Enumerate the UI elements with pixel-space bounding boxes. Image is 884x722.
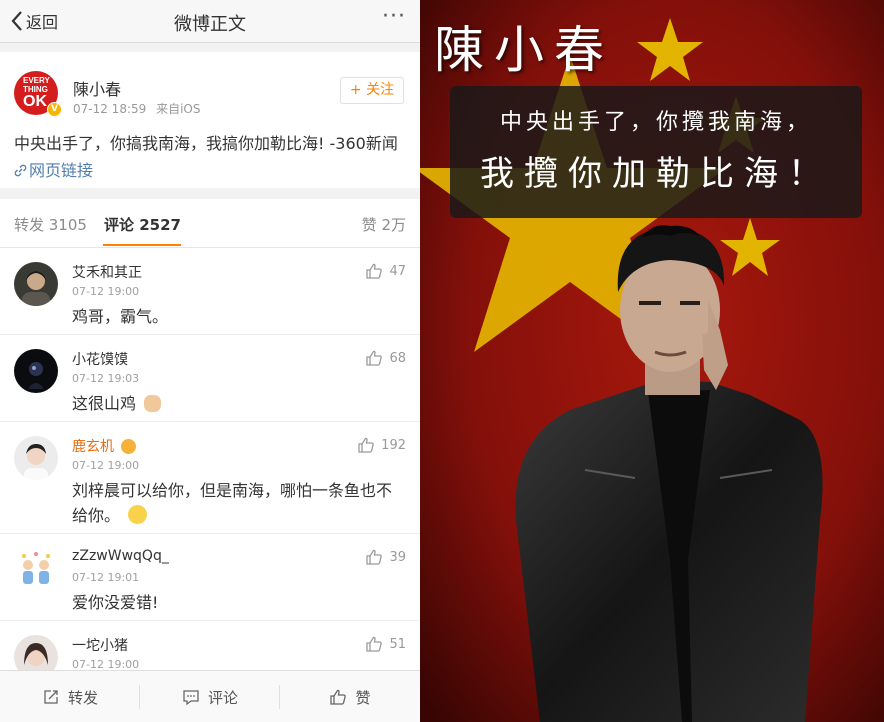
post-text: 中央出手了，你搞我南海，我搞你加勒比海! -360新闻 (14, 134, 398, 153)
comment-like-count: 192 (381, 437, 406, 453)
thumbs-up-icon (366, 263, 383, 279)
comment-like-count: 51 (389, 636, 406, 652)
member-badge-icon (121, 439, 137, 454)
comment-item: 一坨小猪 07-12 19:00 51 (0, 621, 420, 670)
page-title: 微博正文 (174, 14, 246, 35)
comment-time: 07-12 19:03 (72, 372, 140, 385)
more-options-button[interactable]: ··· (382, 4, 406, 29)
comment-label: 评论 (207, 688, 238, 707)
comment-time: 07-12 19:00 (72, 285, 140, 298)
bottom-action-bar: 转发 评论 赞 (0, 670, 420, 722)
comment-like-button[interactable]: 51 (365, 635, 406, 653)
comment-item: zZzwWwqQq_ 07-12 19:01 爱你没爱错! 39 (0, 534, 420, 621)
commenter-avatar[interactable] (14, 349, 58, 393)
quote-line-2: 我攬你加勒比海！ (480, 154, 832, 194)
navigation-bar: 返回 微博正文 ··· (0, 0, 420, 43)
commenter-name[interactable]: 小花馍馍 (72, 349, 128, 369)
avatar-text-line3: OK (23, 93, 47, 110)
smile-emoji-icon (128, 505, 148, 524)
repost-icon (44, 690, 58, 704)
comment-like-count: 47 (389, 263, 406, 279)
tab-repost[interactable]: 转发 3105 (14, 214, 87, 235)
thumbs-up-icon (358, 437, 374, 453)
comment-time: 07-12 19:00 (72, 658, 140, 670)
tab-like[interactable]: 赞 2万 (362, 214, 406, 235)
comment-like-count: 68 (389, 350, 406, 366)
comment-text: 刘梓晨可以给你，但是南海，哪怕一条鱼也不给你。 (72, 478, 402, 528)
tab-comment[interactable]: 评论 2527 (104, 214, 181, 235)
comment-text: 爱你没爱错! (72, 593, 159, 612)
comment-list: 艾禾和其正 07-12 19:00 鸡哥，霸气。 47 小花馍馍 07-12 1… (0, 248, 420, 670)
thumbs-up-icon (330, 689, 347, 705)
poster-name: 陳小春 (434, 21, 614, 79)
thumbs-up-icon (366, 636, 383, 652)
comment-like-button[interactable]: 39 (365, 548, 406, 566)
like-button[interactable]: 赞 (280, 671, 420, 722)
commenter-name-text: 鹿玄机 (72, 439, 114, 455)
post-card: EVERY THING OK V 陳小春 07-12 18:59 来自iOS +… (0, 52, 420, 188)
comment-like-button[interactable]: 192 (357, 436, 406, 454)
post-image[interactable]: 陳小春 中央出手了，你攬我南海， 我攬你加勒比海！ (420, 0, 884, 722)
like-label: 赞 (355, 688, 371, 707)
commenter-avatar[interactable] (14, 635, 58, 670)
commenter-name[interactable]: 一坨小猪 (72, 635, 128, 655)
post-meta: 07-12 18:59 来自iOS (73, 100, 201, 117)
comment-time: 07-12 19:00 (72, 459, 140, 472)
comment-icon (183, 690, 199, 706)
repost-label: 转发 (67, 688, 98, 707)
comment-text-content: 这很山鸡 (72, 394, 137, 413)
comment-button[interactable]: 评论 (140, 671, 280, 722)
web-link[interactable]: 网页链接 (14, 161, 93, 180)
follow-button[interactable]: + 关注 (340, 77, 404, 104)
verified-badge-icon: V (47, 102, 62, 117)
post-source: 来自iOS (156, 102, 201, 116)
web-link-label: 网页链接 (29, 161, 94, 180)
comment-text: 这很山鸡 (72, 391, 402, 416)
quote-box: 中央出手了，你攬我南海， 我攬你加勒比海！ (450, 86, 862, 218)
comment-item: 鹿玄机 07-12 19:00 刘梓晨可以给你，但是南海，哪怕一条鱼也不给你。 … (0, 422, 420, 534)
comment-text-content: 刘梓晨可以给你，但是南海，哪怕一条鱼也不给你。 (72, 481, 393, 525)
thumbs-up-icon (366, 549, 383, 565)
link-icon (14, 164, 27, 177)
commenter-name[interactable]: zZzwWwqQq_ (72, 548, 169, 564)
comment-item: 小花馍馍 07-12 19:03 这很山鸡 68 (0, 335, 420, 422)
post-body: 中央出手了，你搞我南海，我搞你加勒比海! -360新闻 网页链接 (14, 130, 406, 184)
weibo-post-screen: 返回 微博正文 ··· EVERY THING OK V 陳小春 07-12 1… (0, 0, 420, 722)
commenter-name[interactable]: 艾禾和其正 (72, 262, 142, 282)
quote-line-1: 中央出手了，你攬我南海， (499, 110, 812, 135)
commenter-avatar[interactable] (14, 548, 58, 592)
active-tab-indicator (103, 244, 181, 246)
thumbs-up-icon (366, 350, 383, 366)
comment-like-button[interactable]: 68 (365, 349, 406, 367)
comment-item: 艾禾和其正 07-12 19:00 鸡哥，霸气。 47 (0, 248, 420, 335)
comment-like-button[interactable]: 47 (365, 262, 406, 280)
commenter-avatar[interactable] (14, 262, 58, 306)
comment-time: 07-12 19:01 (72, 571, 140, 584)
fist-emoji-icon (144, 395, 162, 412)
post-time: 07-12 18:59 (73, 102, 147, 116)
avatar-text-line1: EVERY (23, 76, 50, 85)
author-name[interactable]: 陳小春 (73, 76, 121, 100)
commenter-avatar[interactable] (14, 436, 58, 480)
comment-text: 鸡哥，霸气。 (72, 307, 169, 326)
repost-button[interactable]: 转发 (0, 671, 140, 722)
comment-like-count: 39 (389, 549, 406, 565)
commenter-name[interactable]: 鹿玄机 (72, 436, 137, 456)
post-tabs: 转发 3105 评论 2527 赞 2万 (0, 199, 420, 248)
